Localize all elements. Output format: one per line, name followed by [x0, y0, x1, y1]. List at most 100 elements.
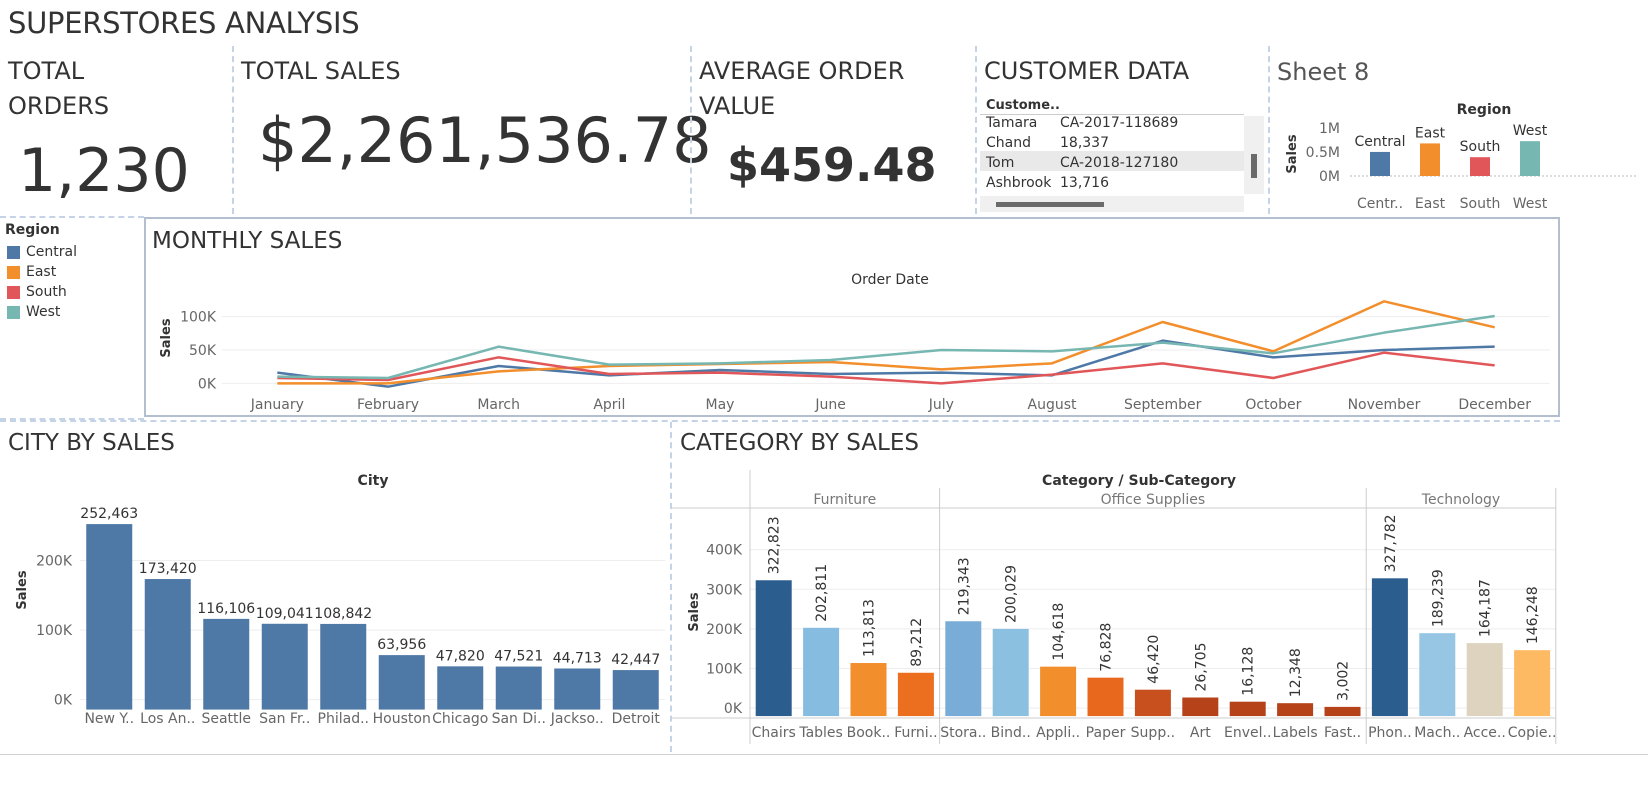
customer-column-header[interactable]: Custome..	[986, 98, 1060, 113]
aov-title-line1: AVERAGE ORDER	[699, 57, 905, 85]
monthly-x-tick: October	[1245, 397, 1301, 413]
bottom-border	[0, 754, 1648, 755]
customer-row-name[interactable]: Tamara	[986, 115, 1056, 131]
separator	[690, 46, 692, 214]
category-bar	[1087, 677, 1124, 717]
monthly-x-tick: August	[1028, 397, 1078, 413]
category-by-sales-title: CATEGORY BY SALES	[680, 430, 919, 456]
sheet8-title: Sheet 8	[1277, 58, 1370, 86]
category-bar-value: 12,348	[1288, 648, 1304, 697]
category-x-tick: Acce..	[1464, 725, 1506, 741]
region-x-tick: West	[1513, 196, 1548, 212]
monthly-x-tick: July	[928, 397, 954, 413]
separator	[232, 46, 234, 214]
category-x-tick: Mach..	[1414, 725, 1460, 741]
monthly-series-line-east	[277, 300, 1495, 385]
monthly-sales-title: MONTHLY SALES	[152, 228, 343, 254]
monthly-y-tick: 0K	[198, 376, 217, 392]
category-bar	[1371, 578, 1408, 717]
vertical-scrollbar[interactable]	[1244, 116, 1264, 194]
category-bar	[945, 621, 982, 717]
category-bar-value: 189,239	[1430, 569, 1446, 627]
city-x-tick: Houston	[373, 711, 431, 727]
city-x-title: City	[358, 473, 389, 489]
category-x-tick: Book..	[847, 725, 891, 741]
monthly-y-tick: 100K	[180, 310, 217, 326]
city-bar-value: 252,463	[80, 506, 138, 522]
monthly-x-tick: September	[1124, 397, 1202, 413]
city-y-tick: 0K	[54, 693, 73, 709]
category-bar	[850, 663, 887, 717]
total-sales-value: $2,261,536.78	[258, 104, 712, 177]
region-bar	[1470, 157, 1490, 176]
category-bar-value: 219,343	[956, 557, 972, 615]
category-y-tick: 100K	[706, 661, 743, 677]
legend-label: West	[26, 304, 61, 320]
city-bar	[86, 524, 133, 710]
city-x-tick: Seattle	[201, 711, 251, 727]
legend-item-east[interactable]: East	[7, 264, 56, 280]
city-bar-value: 63,956	[377, 637, 426, 653]
category-bar-value: 26,705	[1193, 643, 1209, 692]
customer-row-value[interactable]: CA-2018-127180	[1060, 155, 1178, 171]
separator	[0, 216, 144, 218]
legend-title: Region	[5, 222, 60, 238]
region-chart-title: Region	[1457, 102, 1512, 118]
region-bar-label: Central	[1355, 134, 1406, 150]
city-bar	[612, 670, 659, 710]
category-bar-value: 200,029	[1004, 565, 1020, 623]
legend-item-west[interactable]: West	[7, 304, 60, 320]
city-bar-value: 47,521	[494, 649, 543, 665]
category-x-tick: Furni..	[894, 725, 937, 741]
horizontal-scrollbar-thumb[interactable]	[996, 202, 1104, 207]
city-bar	[378, 655, 425, 710]
category-x-tick: Appli..	[1036, 725, 1080, 741]
legend-label: Central	[26, 244, 77, 260]
customer-row-value[interactable]: 18,337	[1060, 135, 1109, 151]
category-bar	[1040, 666, 1077, 717]
monthly-x-tick: April	[593, 397, 625, 413]
city-bar	[261, 623, 308, 710]
legend-swatch	[7, 245, 20, 259]
category-bar-value: 322,823	[767, 516, 783, 574]
customer-row-name[interactable]: Tom	[986, 155, 1056, 171]
customer-data-table[interactable]: Custome.. Tamara CA-2017-118689 Chand 18…	[980, 96, 1266, 214]
total-orders-title: TOTAL ORDERS	[8, 54, 109, 124]
customer-row-name[interactable]: Ashbrook	[986, 175, 1056, 191]
legend-swatch	[7, 305, 20, 319]
category-y-tick: 0K	[724, 701, 743, 717]
city-bar	[203, 618, 250, 710]
monthly-x-tick: February	[357, 397, 419, 413]
category-bar-value: 146,248	[1525, 586, 1541, 644]
city-bar-value: 108,842	[314, 606, 372, 622]
customer-row-value[interactable]: 13,716	[1060, 175, 1109, 191]
city-bar-value: 173,420	[139, 561, 197, 577]
category-bar	[897, 672, 934, 717]
vertical-scrollbar-thumb[interactable]	[1251, 154, 1257, 178]
monthly-x-tick: June	[814, 397, 846, 413]
customer-row-value[interactable]: CA-2017-118689	[1060, 115, 1178, 131]
city-bar-value: 44,713	[553, 650, 602, 666]
legend-item-south[interactable]: South	[7, 284, 67, 300]
customer-row-name[interactable]: Chand	[986, 135, 1056, 151]
legend-swatch	[7, 285, 20, 299]
region-bar	[1370, 151, 1390, 176]
horizontal-scrollbar[interactable]	[980, 196, 1244, 212]
aov-title-line2: VALUE	[699, 92, 776, 120]
city-y-tick: 100K	[36, 623, 73, 639]
region-bar-label: East	[1415, 125, 1446, 141]
category-x-tick: Stora..	[940, 725, 986, 741]
legend-item-central[interactable]: Central	[7, 244, 77, 260]
region-y-tick: 1M	[1319, 121, 1340, 137]
region-bar-chart: Region Sales 1M 0.5M 0M Central Centr.. East E…	[1285, 102, 1638, 212]
category-bar-value: 46,420	[1146, 635, 1162, 684]
city-bar	[320, 623, 367, 710]
city-bar-value: 47,820	[436, 648, 485, 664]
customer-data-title: CUSTOMER DATA	[984, 57, 1190, 85]
category-x-tick: Supp..	[1131, 725, 1175, 741]
monthly-x-tick: January	[250, 397, 304, 413]
region-x-tick: East	[1415, 196, 1446, 212]
city-bar	[495, 666, 542, 710]
legend-label: East	[26, 264, 57, 280]
aov-title: AVERAGE ORDER VALUE	[699, 54, 904, 124]
